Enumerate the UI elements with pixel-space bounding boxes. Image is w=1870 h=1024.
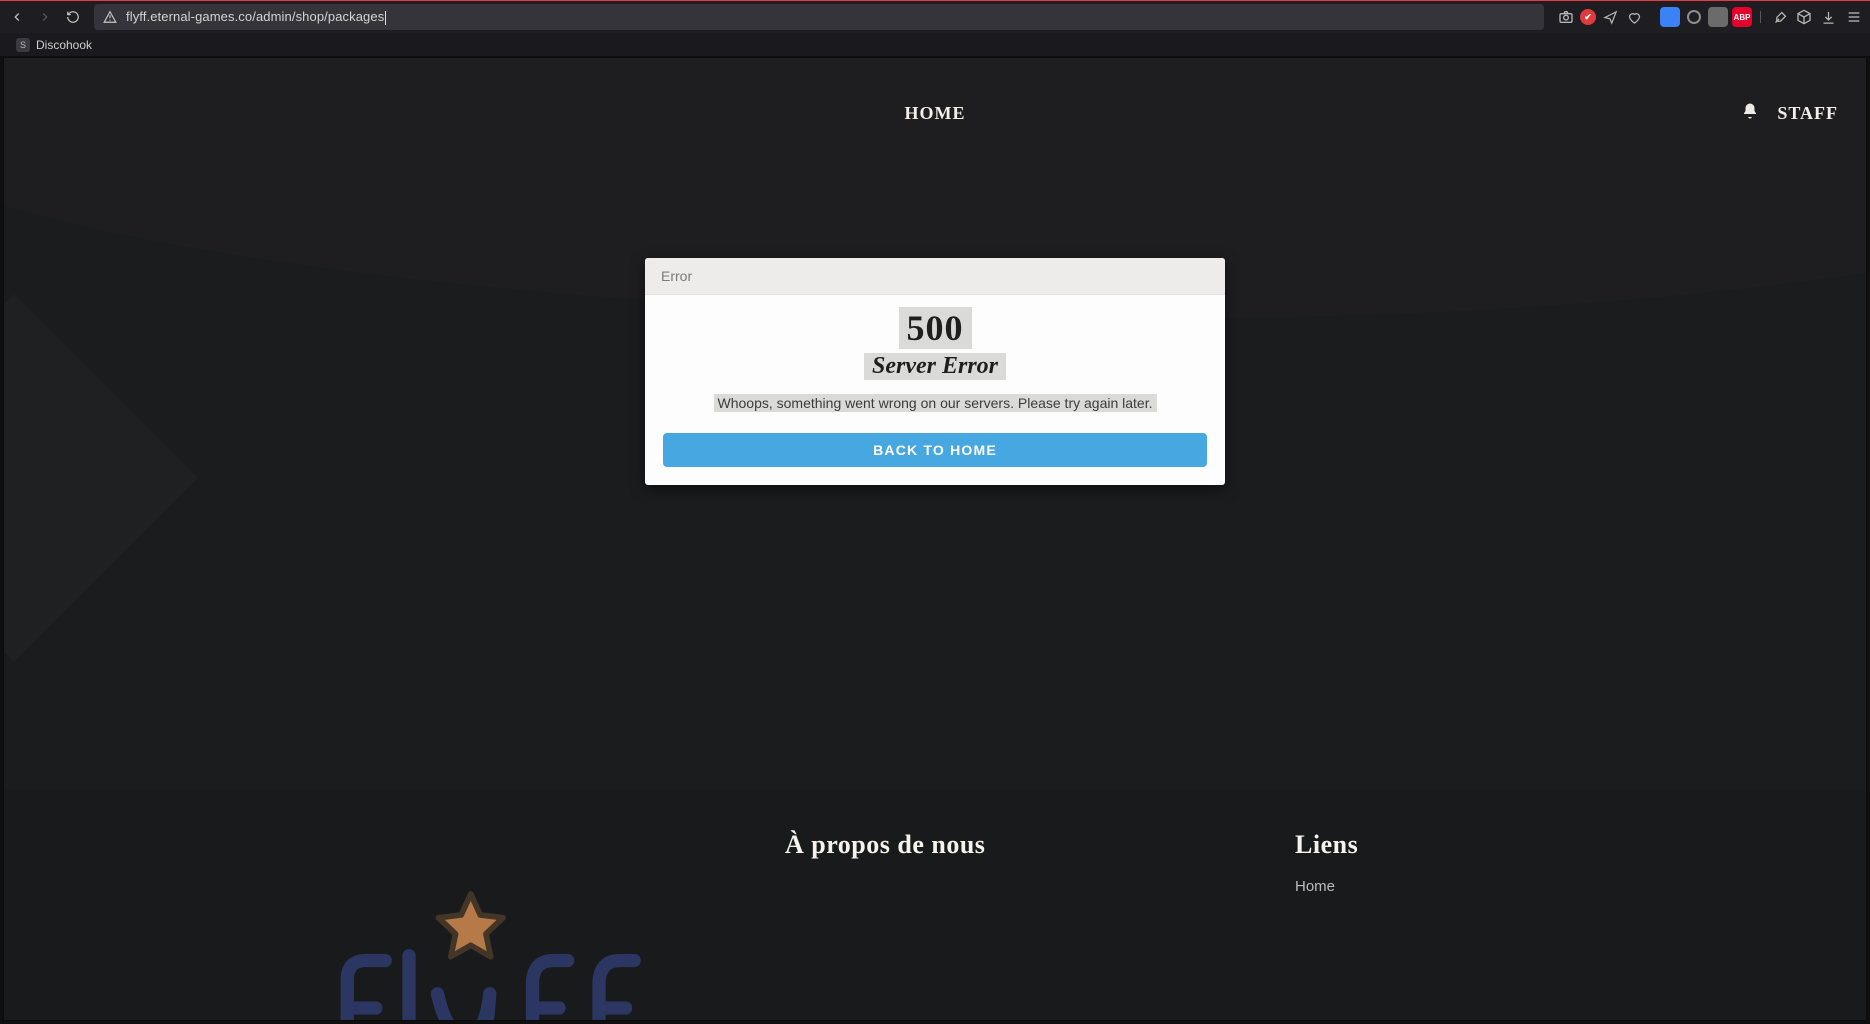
bookmark-favicon-icon: S xyxy=(16,38,30,52)
app-menu-icon[interactable] xyxy=(1844,7,1864,27)
chevron-left-icon xyxy=(10,10,24,24)
bookmark-discohook[interactable]: S Discohook xyxy=(10,36,98,54)
extension-grey-icon[interactable] xyxy=(1708,7,1728,27)
nav-back-button[interactable] xyxy=(4,4,30,30)
page-viewport: HOME STAFF Error 500 Server Error Whoops… xyxy=(3,57,1867,1021)
error-card-header: Error xyxy=(645,258,1225,295)
reload-icon xyxy=(66,10,80,24)
nav-forward-button[interactable] xyxy=(32,4,58,30)
error-card: Error 500 Server Error Whoops, something… xyxy=(645,258,1225,485)
send-icon[interactable] xyxy=(1600,7,1620,27)
screenshot-icon[interactable] xyxy=(1556,7,1576,27)
download-icon[interactable] xyxy=(1818,7,1838,27)
footer-links-column: Liens Home xyxy=(1295,830,1555,1010)
text-caret-icon xyxy=(385,11,386,25)
error-code: 500 xyxy=(899,307,972,349)
extension-ring-icon[interactable] xyxy=(1684,7,1704,27)
eyedropper-icon[interactable] xyxy=(1770,7,1790,27)
chevron-right-icon xyxy=(38,10,52,24)
nav-reload-button[interactable] xyxy=(60,4,86,30)
heart-icon[interactable] xyxy=(1624,7,1644,27)
insecure-site-icon xyxy=(102,9,118,25)
adblock-icon[interactable]: ABP xyxy=(1732,7,1752,27)
footer-links-heading: Liens xyxy=(1295,830,1555,860)
footer-about-heading: À propos de nous xyxy=(785,830,1255,860)
blocker-badge-icon[interactable]: ✔ xyxy=(1580,9,1596,25)
back-to-home-button[interactable]: BACK TO HOME xyxy=(663,433,1207,467)
flyff-logo-icon xyxy=(295,860,675,1021)
site-nav: HOME STAFF xyxy=(4,58,1866,168)
notifications-button[interactable] xyxy=(1741,102,1759,125)
address-bar-text: flyff.eternal-games.co/admin/shop/packag… xyxy=(126,9,1536,25)
toolbar-separator: │ xyxy=(1756,7,1766,27)
decorative-diamond xyxy=(3,294,198,662)
footer-link-home[interactable]: Home xyxy=(1295,878,1555,895)
extension-blue-icon[interactable] xyxy=(1660,7,1680,27)
nav-home-link[interactable]: HOME xyxy=(905,103,966,124)
footer-logo-column xyxy=(315,830,745,1010)
browser-toolbar: flyff.eternal-games.co/admin/shop/packag… xyxy=(0,0,1870,33)
address-bar[interactable]: flyff.eternal-games.co/admin/shop/packag… xyxy=(94,4,1544,30)
bookmark-label: Discohook xyxy=(36,38,92,52)
cube-icon[interactable] xyxy=(1794,7,1814,27)
footer-about-column: À propos de nous xyxy=(785,830,1255,1010)
error-title: Server Error xyxy=(864,353,1006,380)
nav-staff-link[interactable]: STAFF xyxy=(1777,103,1838,124)
error-message: Whoops, something went wrong on our serv… xyxy=(714,394,1157,412)
site-footer: À propos de nous Liens Home xyxy=(4,790,1866,1021)
bookmarks-bar: S Discohook xyxy=(0,33,1870,57)
toolbar-extensions: ✔ ABP │ xyxy=(1550,7,1864,27)
bell-icon xyxy=(1741,102,1759,120)
